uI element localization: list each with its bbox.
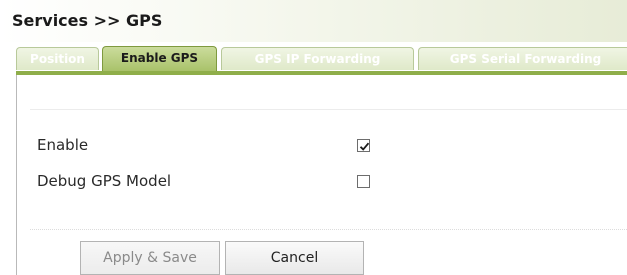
debug-gps-model-label: Debug GPS Model	[37, 172, 172, 190]
divider	[30, 109, 627, 110]
tab-enable-gps[interactable]: Enable GPS	[102, 46, 217, 71]
cancel-button[interactable]: Cancel	[225, 241, 364, 275]
debug-gps-model-checkbox[interactable]	[357, 175, 370, 188]
apply-save-button[interactable]: Apply & Save	[80, 241, 220, 275]
checkmark-icon	[359, 142, 370, 151]
enable-checkbox[interactable]	[357, 139, 370, 152]
divider	[30, 229, 627, 230]
tab-gps-serial-forwarding[interactable]: GPS Serial Forwarding	[418, 47, 627, 70]
tab-position[interactable]: Position	[16, 47, 99, 70]
enable-label: Enable	[37, 136, 89, 154]
page-title: Services >> GPS	[12, 11, 163, 30]
tab-bar: Position Enable GPS GPS IP Forwarding GP…	[16, 44, 627, 72]
tab-gps-ip-forwarding[interactable]: GPS IP Forwarding	[221, 47, 414, 70]
